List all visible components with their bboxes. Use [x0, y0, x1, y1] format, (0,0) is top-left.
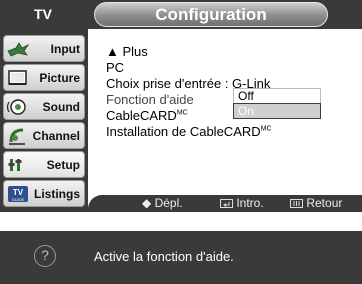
nav-return-label: Retour: [306, 196, 343, 210]
sidebar-item-label: Channel: [32, 129, 80, 143]
input-icon: [7, 42, 29, 57]
return-icon: [290, 199, 303, 208]
sound-icon: [7, 99, 26, 115]
option-on[interactable]: On: [233, 103, 321, 119]
help-bar: ? Active la fonction d'aide.: [0, 231, 362, 284]
cablecard-trademark: MC: [176, 109, 188, 117]
menu-item-cablecard-install[interactable]: Installation de CableCARDMC: [106, 124, 272, 139]
menu-title: Configuration: [94, 2, 328, 27]
setup-icon: [8, 159, 22, 171]
listings-icon: TV GUIDE: [8, 186, 28, 202]
cablecard-label: CableCARD: [106, 108, 177, 123]
source-label: TV: [34, 6, 52, 22]
svg-text:TV: TV: [13, 188, 24, 197]
cablecard-install-trademark: MC: [260, 125, 272, 133]
menu-item-cablecard[interactable]: CableCARDMC: [106, 108, 188, 123]
menu-item-pc[interactable]: PC: [106, 60, 124, 75]
header-bar: TV Configuration: [0, 0, 362, 29]
nav-enter-hint: Intro.: [220, 196, 264, 210]
enter-icon: [220, 199, 233, 208]
menu-item-more[interactable]: ▲ Plus: [106, 44, 148, 59]
help-text: Active la fonction d'aide.: [94, 249, 234, 264]
sidebar-item-label: Picture: [39, 71, 80, 85]
channel-icon: [9, 128, 25, 145]
sidebar-item-sound[interactable]: Sound: [3, 93, 85, 120]
cablecard-install-label: Installation de CableCARD: [106, 124, 261, 139]
sidebar-item-label: Sound: [42, 100, 80, 114]
help-icon: ?: [34, 245, 56, 267]
menu-panel: ▲ Plus PC Choix prise d'entrée : G-Link …: [88, 29, 362, 212]
sidebar-item-setup[interactable]: Setup: [3, 151, 85, 178]
picture-icon: [8, 70, 27, 85]
menu-item-help-function[interactable]: Fonction d'aide: [106, 92, 194, 107]
option-off[interactable]: Off: [233, 88, 321, 104]
sidebar-item-channel[interactable]: Channel: [3, 122, 85, 149]
svg-text:GUIDE: GUIDE: [12, 197, 25, 202]
sidebar-item-label: Listings: [33, 187, 80, 201]
sidebar-item-input[interactable]: Input: [3, 35, 85, 62]
sidebar-item-label: Setup: [46, 158, 80, 172]
tv-osd-screen: TV Configuration Input Picture Sound Cha…: [0, 0, 362, 284]
navigation-hints: ◆ Dépl. Intro. Retour: [88, 195, 362, 212]
sidebar: Input Picture Sound Channel Setup TV GUI…: [0, 29, 88, 212]
sidebar-item-picture[interactable]: Picture: [3, 64, 85, 91]
nav-move-hint: ◆ Dépl.: [142, 196, 183, 210]
nav-return-hint: Retour: [290, 196, 342, 210]
nav-enter-label: Intro.: [236, 196, 264, 210]
sidebar-item-listings[interactable]: TV GUIDE Listings: [3, 180, 85, 207]
sidebar-item-label: Input: [50, 42, 80, 56]
